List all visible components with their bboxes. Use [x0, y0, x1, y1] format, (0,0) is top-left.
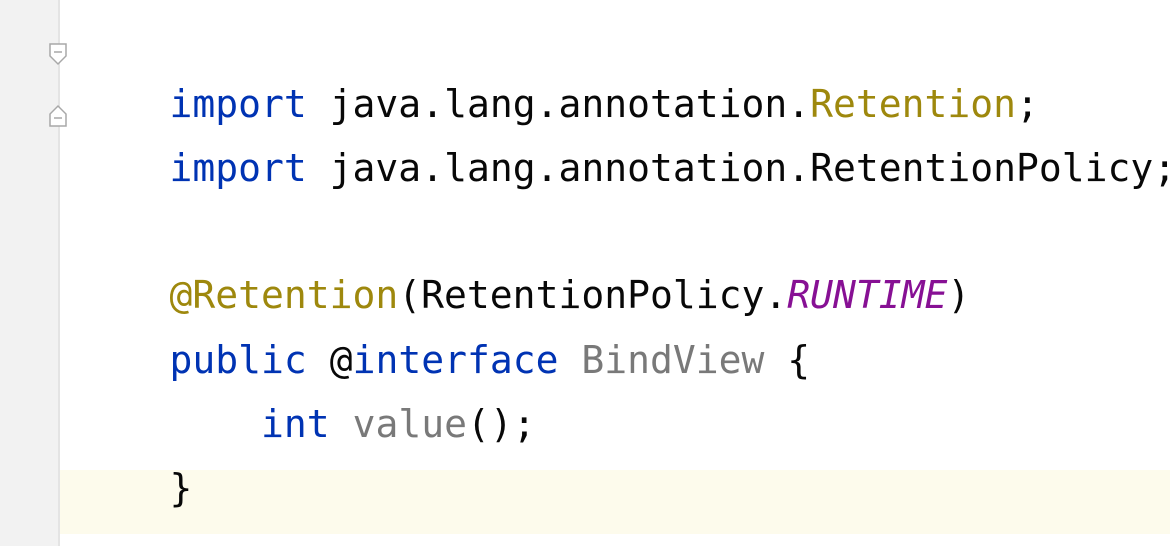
method-name: value: [352, 402, 467, 446]
interface-name: BindView: [581, 338, 765, 382]
code-line-5[interactable]: public @interface BindView {: [78, 285, 811, 382]
close-paren: ): [947, 273, 971, 317]
import-path: java.lang.annotation.RetentionPolicy;: [306, 146, 1170, 190]
fold-expand-end-icon[interactable]: [46, 104, 70, 128]
code-line-2[interactable]: import java.lang.annotation.RetentionPol…: [78, 93, 1170, 190]
import-keyword: import: [169, 146, 307, 190]
close-brace: }: [169, 466, 193, 510]
int-keyword: int: [261, 402, 330, 446]
code-editor[interactable]: import java.lang.annotation.Retention; i…: [0, 0, 1170, 546]
code-line-1[interactable]: import java.lang.annotation.Retention;: [78, 29, 1039, 126]
code-line-7[interactable]: }: [78, 413, 193, 510]
editor-gutter[interactable]: [0, 0, 60, 546]
runtime-constant: RUNTIME: [787, 273, 948, 317]
code-line-6[interactable]: int value();: [78, 349, 536, 446]
code-line-4[interactable]: @Retention(RetentionPolicy.RUNTIME): [78, 220, 971, 317]
method-parens: ();: [466, 402, 536, 446]
current-line-highlight: [60, 470, 1170, 534]
fold-collapse-icon[interactable]: [46, 42, 70, 66]
open-brace: {: [764, 338, 811, 382]
